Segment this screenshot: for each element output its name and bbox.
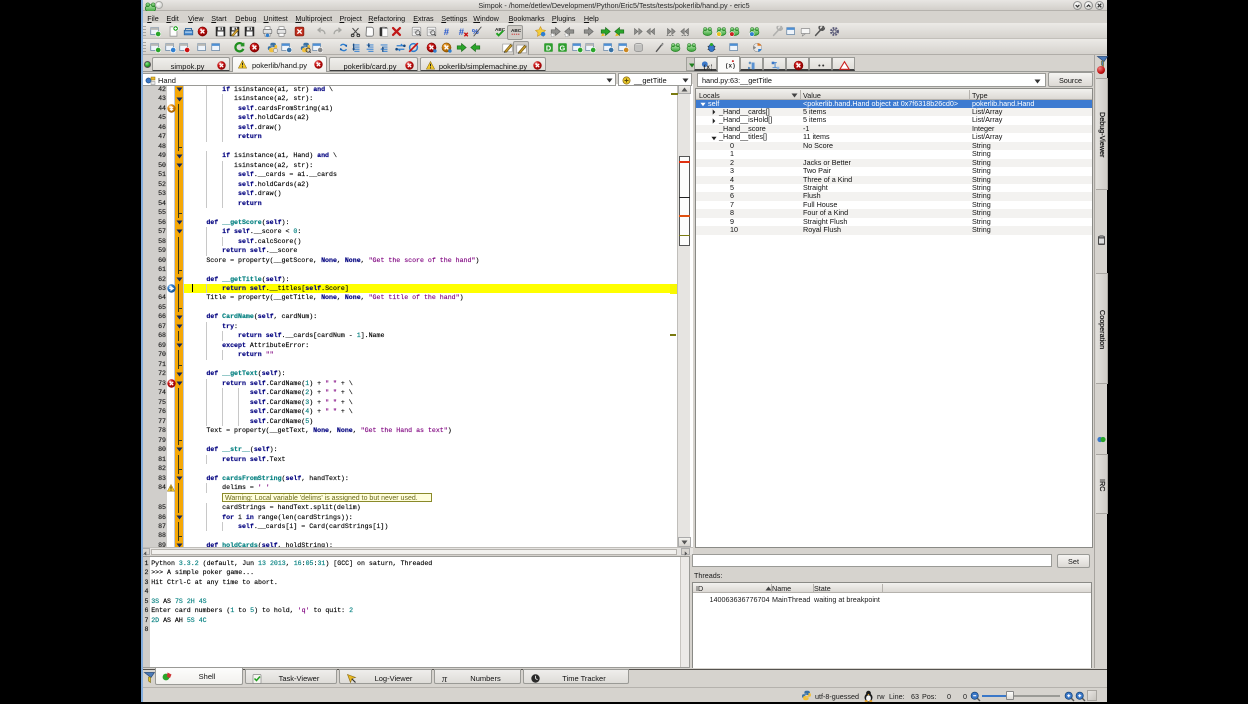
svg-text:#: # [459, 27, 465, 37]
svg-text:(x): (x) [724, 62, 734, 69]
svg-text:ABC: ABC [510, 28, 520, 34]
svg-text:D: D [545, 44, 550, 53]
svg-text:#: # [443, 27, 449, 37]
svg-text:(x): (x) [702, 64, 711, 71]
svg-text:G: G [559, 44, 565, 53]
svg-text:π: π [442, 674, 448, 684]
